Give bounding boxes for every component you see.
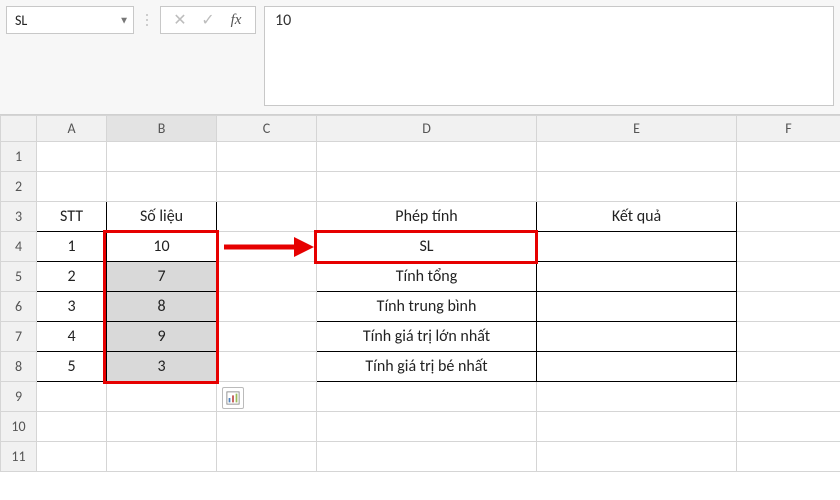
cell-E5[interactable] <box>537 262 737 292</box>
col-header-F[interactable]: F <box>737 116 840 142</box>
cell-D8[interactable]: Tính giá trị bé nhất <box>317 352 537 382</box>
col-header-B[interactable]: B <box>107 116 217 142</box>
name-box-value: SL <box>15 12 27 29</box>
spreadsheet-grid: A B C D E F 1 2 3 STT Số liệu Phé <box>0 115 840 472</box>
cell[interactable] <box>537 442 737 472</box>
cell[interactable] <box>217 232 317 262</box>
cell[interactable] <box>737 292 840 322</box>
cell[interactable] <box>737 232 840 262</box>
cell-D7[interactable]: Tính giá trị lớn nhất <box>317 322 537 352</box>
enter-icon[interactable]: ✓ <box>195 7 221 33</box>
cell[interactable] <box>737 202 840 232</box>
cell[interactable] <box>37 382 107 412</box>
row-header-3[interactable]: 3 <box>1 202 37 232</box>
row-header-6[interactable]: 6 <box>1 292 37 322</box>
row-header-10[interactable]: 10 <box>1 412 37 442</box>
formula-bar-area: SL ▼ ✕ ✓ fx <box>0 0 840 115</box>
row-header-9[interactable]: 9 <box>1 382 37 412</box>
cell-A6[interactable]: 3 <box>37 292 107 322</box>
cell-E6[interactable] <box>537 292 737 322</box>
cell-E8[interactable] <box>537 352 737 382</box>
cell[interactable] <box>317 412 537 442</box>
cell[interactable] <box>217 442 317 472</box>
column-header-row: A B C D E F <box>1 116 840 142</box>
cell-E4[interactable] <box>537 232 737 262</box>
cell-D5[interactable]: Tính tổng <box>317 262 537 292</box>
row-header-4[interactable]: 4 <box>1 232 37 262</box>
cell[interactable] <box>217 172 317 202</box>
col-header-E[interactable]: E <box>537 116 737 142</box>
cell-E7[interactable] <box>537 322 737 352</box>
cell-A7[interactable]: 4 <box>37 322 107 352</box>
cell[interactable] <box>737 322 840 352</box>
cell-A3[interactable]: STT <box>37 202 107 232</box>
cell-B6[interactable]: 8 <box>107 292 217 322</box>
cell[interactable] <box>217 262 317 292</box>
row-header-1[interactable]: 1 <box>1 142 37 172</box>
splitter-handle[interactable] <box>142 6 152 34</box>
cell-E3[interactable]: Kết quả <box>537 202 737 232</box>
cell[interactable] <box>107 142 217 172</box>
cell[interactable] <box>37 142 107 172</box>
cell-D6[interactable]: Tính trung bình <box>317 292 537 322</box>
cell[interactable] <box>107 442 217 472</box>
fx-icon[interactable]: fx <box>223 7 249 33</box>
cell[interactable] <box>37 442 107 472</box>
cell-A8[interactable]: 5 <box>37 352 107 382</box>
cell[interactable] <box>737 412 840 442</box>
cancel-icon[interactable]: ✕ <box>167 7 193 33</box>
cell[interactable] <box>317 442 537 472</box>
cells-table: A B C D E F 1 2 3 STT Số liệu Phé <box>0 115 840 472</box>
row-header-2[interactable]: 2 <box>1 172 37 202</box>
cell[interactable] <box>217 322 317 352</box>
col-header-C[interactable]: C <box>217 116 317 142</box>
row-header-7[interactable]: 7 <box>1 322 37 352</box>
col-header-D[interactable]: D <box>317 116 537 142</box>
cell[interactable] <box>737 142 840 172</box>
row-header-8[interactable]: 8 <box>1 352 37 382</box>
cell[interactable] <box>107 172 217 202</box>
quick-analysis-icon[interactable] <box>222 387 244 409</box>
select-all-corner[interactable] <box>1 116 37 142</box>
cell-B8[interactable]: 3 <box>107 352 217 382</box>
cell[interactable] <box>107 382 217 412</box>
cell[interactable] <box>217 352 317 382</box>
row-header-5[interactable]: 5 <box>1 262 37 292</box>
cell[interactable] <box>37 412 107 442</box>
cell-B5[interactable]: 7 <box>107 262 217 292</box>
cell[interactable] <box>737 352 840 382</box>
cell[interactable] <box>737 172 840 202</box>
cell-A5[interactable]: 2 <box>37 262 107 292</box>
cell-D3[interactable]: Phép tính <box>317 202 537 232</box>
cell[interactable] <box>217 202 317 232</box>
cell[interactable] <box>737 382 840 412</box>
cell[interactable] <box>217 292 317 322</box>
cell-A4[interactable]: 1 <box>37 232 107 262</box>
cell-B7[interactable]: 9 <box>107 322 217 352</box>
cell[interactable] <box>317 142 537 172</box>
cell[interactable] <box>537 382 737 412</box>
formula-input[interactable] <box>264 6 834 106</box>
cell[interactable] <box>737 442 840 472</box>
cell[interactable] <box>537 412 737 442</box>
cell[interactable] <box>537 172 737 202</box>
cell[interactable] <box>537 142 737 172</box>
col-header-A[interactable]: A <box>37 116 107 142</box>
cell[interactable] <box>107 412 217 442</box>
cell[interactable] <box>737 262 840 292</box>
cell[interactable] <box>37 172 107 202</box>
formula-controls: ✕ ✓ fx <box>160 6 256 34</box>
chevron-down-icon[interactable]: ▼ <box>119 14 129 27</box>
cell-B4[interactable]: 10 <box>107 232 217 262</box>
cell-D4[interactable]: SL <box>317 232 537 262</box>
row-header-11[interactable]: 11 <box>1 442 37 472</box>
name-box[interactable]: SL ▼ <box>6 6 134 34</box>
cell[interactable] <box>317 382 537 412</box>
cell[interactable] <box>217 412 317 442</box>
cell[interactable] <box>317 172 537 202</box>
cell[interactable] <box>217 142 317 172</box>
cell-B3[interactable]: Số liệu <box>107 202 217 232</box>
